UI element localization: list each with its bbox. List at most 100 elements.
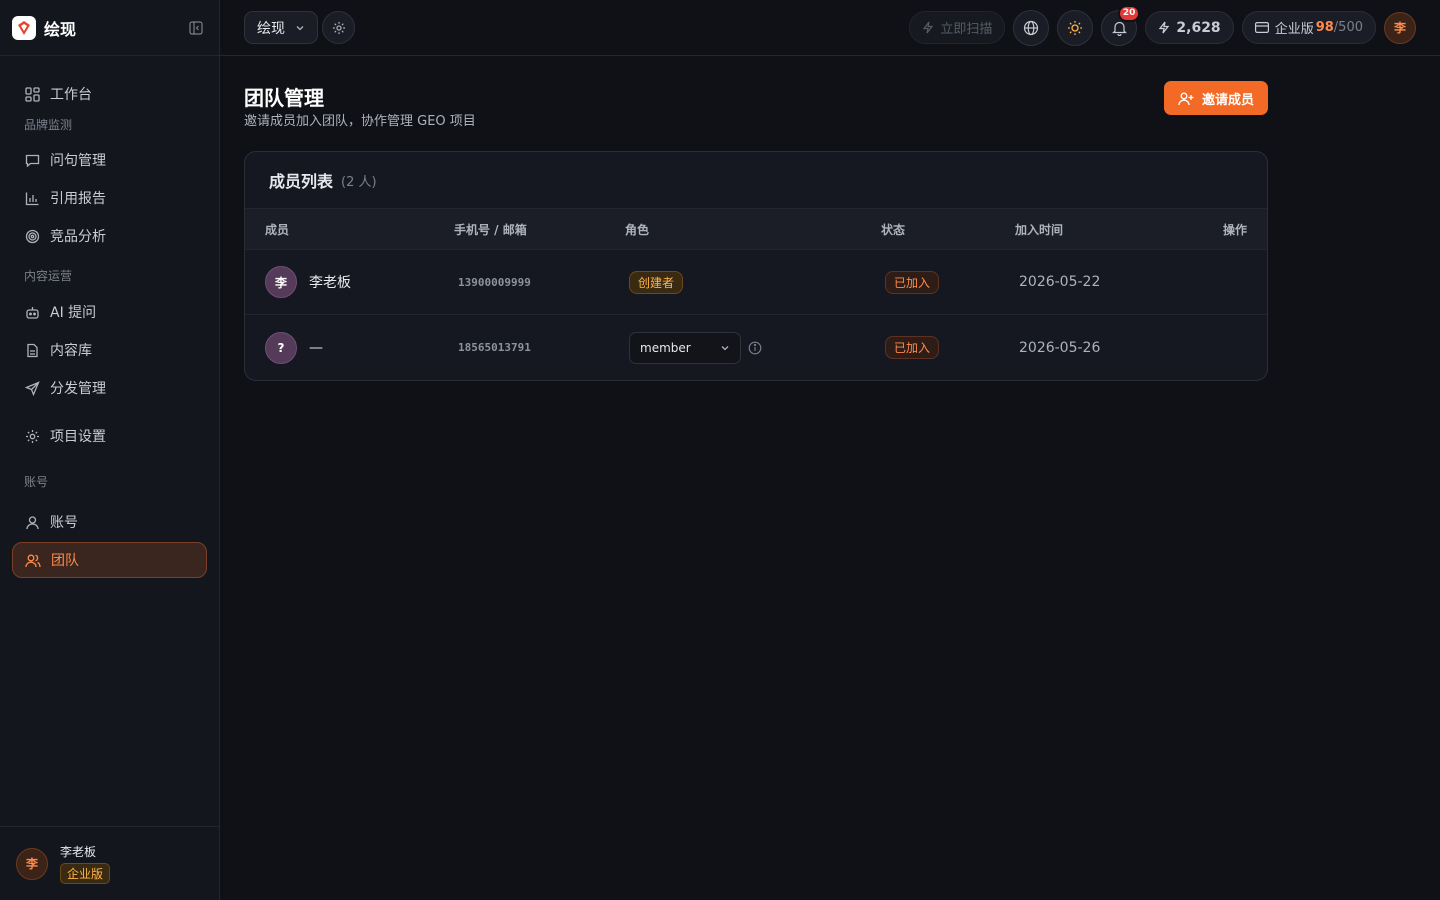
project-settings-button[interactable] (322, 11, 355, 44)
page-subtitle: 邀请成员加入团队，协作管理 GEO 项目 (244, 114, 476, 129)
status-badge: 已加入 (885, 270, 940, 294)
sidebar-item-questions[interactable]: 问句管理 (12, 142, 207, 178)
scan-now-button[interactable]: 立即扫描 (909, 11, 1006, 44)
plan-badge: 企业版 (60, 863, 111, 884)
member-name: — (309, 339, 323, 356)
member-cell: ? — (265, 331, 454, 364)
joined-date: 2026-05-26 (1019, 339, 1101, 356)
collapse-sidebar-icon[interactable] (185, 17, 207, 39)
sidebar-item-content-library[interactable]: 内容库 (12, 332, 207, 368)
user-name: 李老板 (60, 845, 97, 859)
sidebar-item-ai-question[interactable]: AI 提问 (12, 294, 207, 330)
sidebar-item-team[interactable]: 团队 (12, 542, 207, 578)
lightning-icon (1158, 21, 1170, 34)
table-header: 成员 手机号 / 邮箱 角色 状态 加入时间 操作 (245, 209, 1267, 250)
status-badge: 已加入 (885, 336, 940, 359)
notifications-button[interactable]: 20 (1101, 4, 1141, 46)
table-row: ? — 18565013791 member 已加入 2026-05-26 (245, 315, 1267, 380)
joined-cell: 2026-05-26 (1015, 340, 1193, 356)
avatar: 李 (16, 847, 48, 880)
sidebar-nav: 工作台 品牌监测 问句管理 引用报告 竞品分析 内容运营 AI 提问 内容库 分… (0, 56, 219, 578)
plan-usage-pill[interactable]: 企业版 98 /500 (1241, 11, 1376, 44)
user-info: 李老板 企业版 (60, 843, 111, 884)
role-select-value: member (640, 340, 691, 355)
status-cell: 已加入 (881, 270, 1015, 294)
column-header-status: 状态 (881, 222, 906, 237)
sidebar-item-label: 分发管理 (50, 381, 106, 397)
sidebar-item-citation-report[interactable]: 引用报告 (12, 180, 207, 216)
credits-pill[interactable]: 2,628 (1145, 11, 1234, 44)
globe-icon (1023, 20, 1039, 36)
plan-total: /500 (1333, 20, 1363, 35)
member-phone: 18565013791 (458, 341, 531, 354)
sidebar-item-label: 问句管理 (50, 153, 106, 169)
users-icon (25, 552, 41, 568)
contact-cell: 18565013791 (454, 340, 625, 355)
section-account: 账号 (24, 474, 49, 489)
sidebar-item-label: 账号 (50, 515, 78, 531)
lightning-icon (922, 21, 934, 34)
chevron-down-icon (720, 343, 730, 353)
gear-icon (332, 21, 346, 35)
column-header-actions: 操作 (1222, 222, 1247, 237)
credits-value: 2,628 (1176, 19, 1221, 36)
sidebar-item-label: AI 提问 (50, 305, 97, 321)
bar-chart-icon (24, 190, 40, 206)
sidebar-user[interactable]: 李 李老板 企业版 (0, 826, 220, 900)
contact-cell: 13900009999 (454, 275, 625, 290)
member-cell: 李 李老板 (265, 266, 454, 298)
column-header-joined: 加入时间 (1015, 222, 1064, 237)
user-plus-icon (1178, 91, 1194, 106)
sidebar-item-label: 工作台 (50, 87, 92, 103)
sidebar-item-label: 引用报告 (50, 191, 106, 207)
members-count: (2 人) (341, 174, 377, 190)
project-name: 绘现 (257, 20, 285, 37)
table-row: 李 李老板 13900009999 创建者 已加入 2026-05-22 (245, 250, 1267, 315)
role-cell: member (625, 331, 881, 364)
plan-name: 企业版 (1274, 22, 1314, 37)
members-card-header: 成员列表 (2 人) (245, 152, 1267, 209)
section-content-ops: 内容运营 (24, 268, 73, 283)
sidebar-item-project-settings[interactable]: 项目设置 (12, 418, 207, 454)
app-logo-icon (12, 15, 36, 40)
chevron-down-icon (295, 23, 305, 33)
column-header-contact: 手机号 / 邮箱 (454, 222, 527, 237)
invite-member-button[interactable]: 邀请成员 (1163, 81, 1268, 115)
sidebar-item-competitor-analysis[interactable]: 竞品分析 (12, 218, 207, 254)
brand: 绘现 (0, 0, 219, 56)
send-icon (24, 380, 40, 396)
app-name: 绘现 (44, 19, 77, 39)
sidebar-item-label: 团队 (51, 553, 79, 569)
role-badge: 创建者 (629, 270, 684, 294)
bot-icon (24, 304, 40, 320)
role-select[interactable]: member (629, 331, 741, 364)
column-header-role: 角色 (625, 222, 650, 237)
column-header-member: 成员 (265, 222, 290, 237)
gear-icon (24, 428, 40, 444)
sun-icon (1067, 20, 1083, 36)
notification-count-badge: 20 (1117, 4, 1141, 22)
joined-cell: 2026-05-22 (1015, 274, 1193, 290)
user-icon (24, 514, 40, 530)
sidebar-item-distribution[interactable]: 分发管理 (12, 370, 207, 406)
info-icon[interactable] (748, 341, 762, 355)
main-content: 团队管理 邀请成员加入团队，协作管理 GEO 项目 邀请成员 成员列表 (2 人… (244, 56, 1268, 381)
theme-toggle-button[interactable] (1057, 9, 1094, 46)
project-selector[interactable]: 绘现 (244, 11, 318, 44)
sidebar: 绘现 工作台 品牌监测 问句管理 引用报告 竞品分析 内容运营 AI 提问 内容… (0, 0, 220, 900)
user-avatar[interactable]: 李 (1384, 11, 1416, 44)
scan-now-label: 立即扫描 (940, 22, 993, 37)
topbar-actions: 立即扫描 20 2,628 企业版 98 /500 李 (909, 4, 1416, 46)
sidebar-item-account[interactable]: 账号 (12, 504, 207, 540)
section-brand-monitoring: 品牌监测 (24, 117, 73, 132)
target-icon (24, 228, 40, 244)
members-card: 成员列表 (2 人) 成员 手机号 / 邮箱 角色 状态 加入时间 操作 李 李… (244, 151, 1268, 381)
page-title: 团队管理 (244, 86, 324, 110)
language-button[interactable] (1013, 9, 1050, 46)
avatar: 李 (265, 266, 297, 298)
sidebar-item-label: 项目设置 (50, 429, 106, 445)
sidebar-item-label: 竞品分析 (50, 229, 106, 245)
avatar: ? (265, 331, 297, 364)
message-icon (24, 152, 40, 168)
joined-date: 2026-05-22 (1019, 274, 1101, 290)
